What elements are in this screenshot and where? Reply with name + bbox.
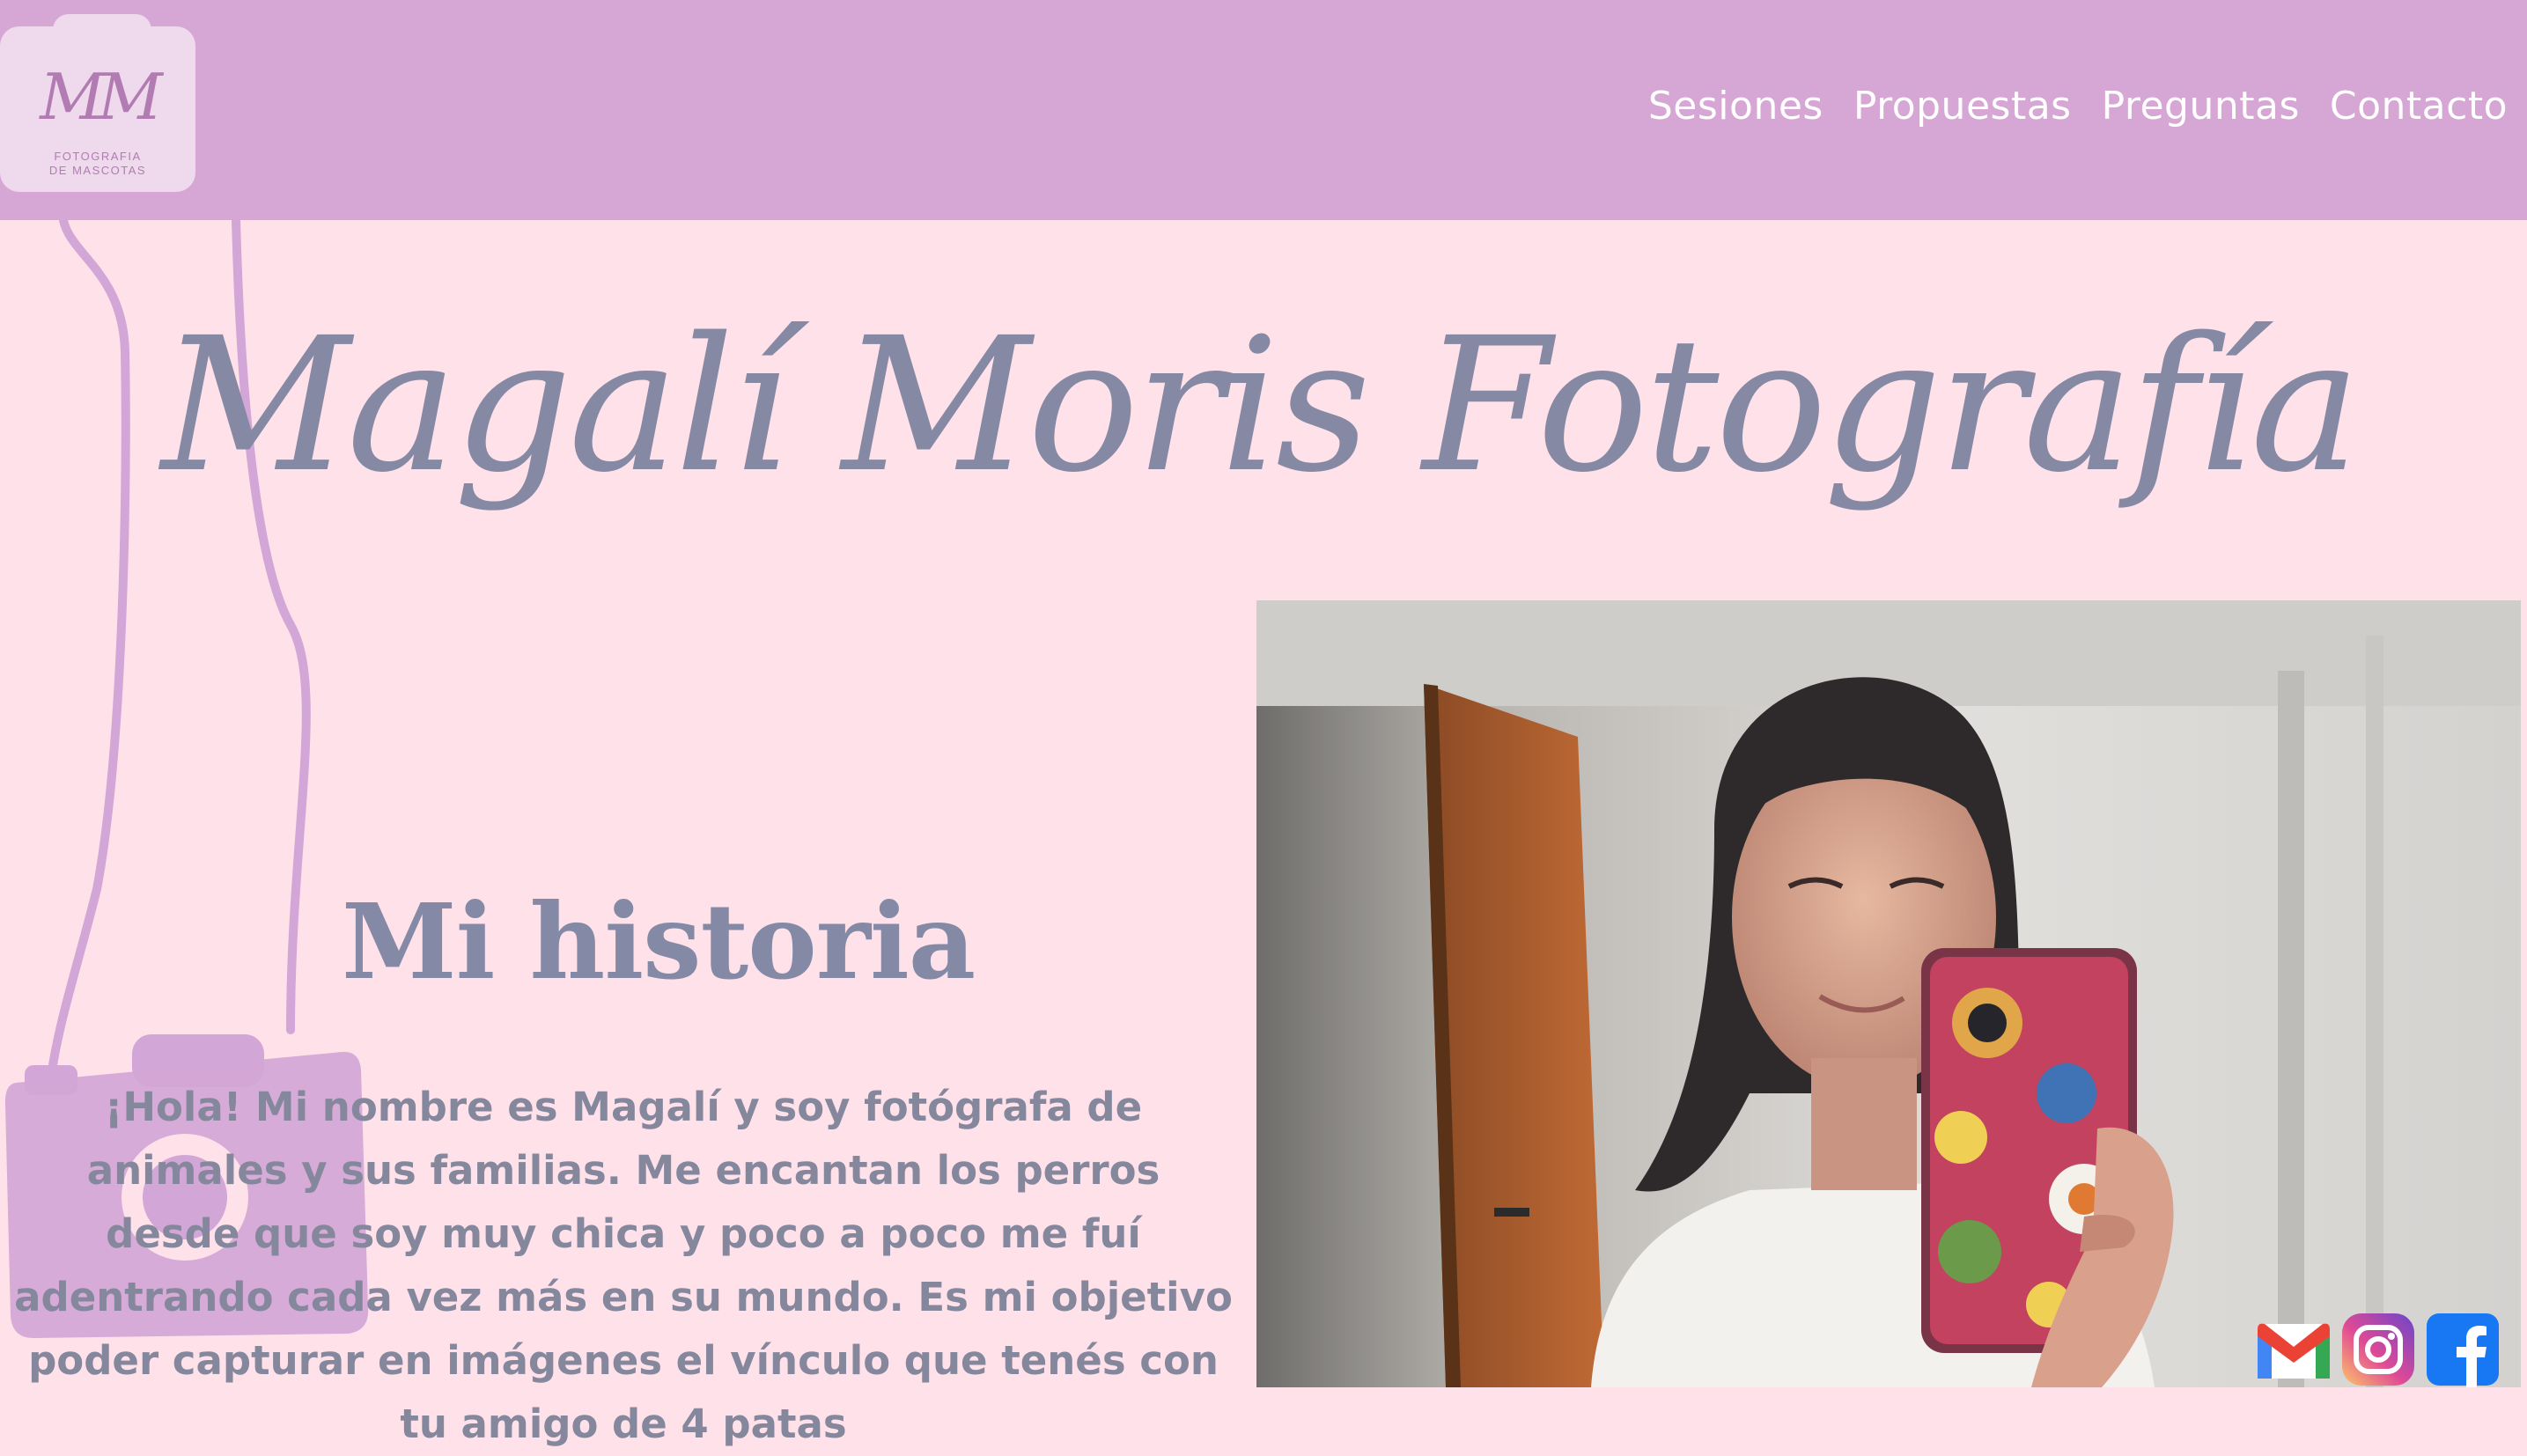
profile-photo xyxy=(1256,600,2521,1387)
site-logo[interactable]: MM FOTOGRAFIA DE MASCOTAS xyxy=(0,14,195,192)
instagram-icon[interactable] xyxy=(2340,1312,2416,1387)
logo-monogram: MM xyxy=(40,60,162,134)
site-header: MM FOTOGRAFIA DE MASCOTAS Sesiones Propu… xyxy=(0,0,2527,220)
nav-item-preguntas[interactable]: Preguntas xyxy=(2102,84,2300,129)
social-links xyxy=(2256,1312,2501,1387)
nav-item-sesiones[interactable]: Sesiones xyxy=(1648,84,1823,129)
section-heading-mi-historia: Mi historia xyxy=(342,880,976,1003)
about-paragraph: ¡Hola! Mi nombre es Magalí y soy fotógra… xyxy=(14,1084,1233,1447)
facebook-icon[interactable] xyxy=(2425,1312,2501,1387)
logo-subtitle: FOTOGRAFIA DE MASCOTAS xyxy=(0,150,195,178)
logo-subtitle-line1: FOTOGRAFIA xyxy=(54,150,142,163)
logo-camera-top xyxy=(53,14,151,40)
nav-item-propuestas[interactable]: Propuestas xyxy=(1853,84,2072,129)
main-nav: Sesiones Propuestas Preguntas Contacto xyxy=(1648,84,2508,129)
gmail-icon[interactable] xyxy=(2256,1312,2332,1387)
nav-item-contacto[interactable]: Contacto xyxy=(2330,84,2508,129)
site-title: Magalí Moris Fotografía xyxy=(160,297,2361,513)
logo-subtitle-line2: DE MASCOTAS xyxy=(48,164,147,177)
profile-photo-illustration xyxy=(1256,600,2521,1387)
